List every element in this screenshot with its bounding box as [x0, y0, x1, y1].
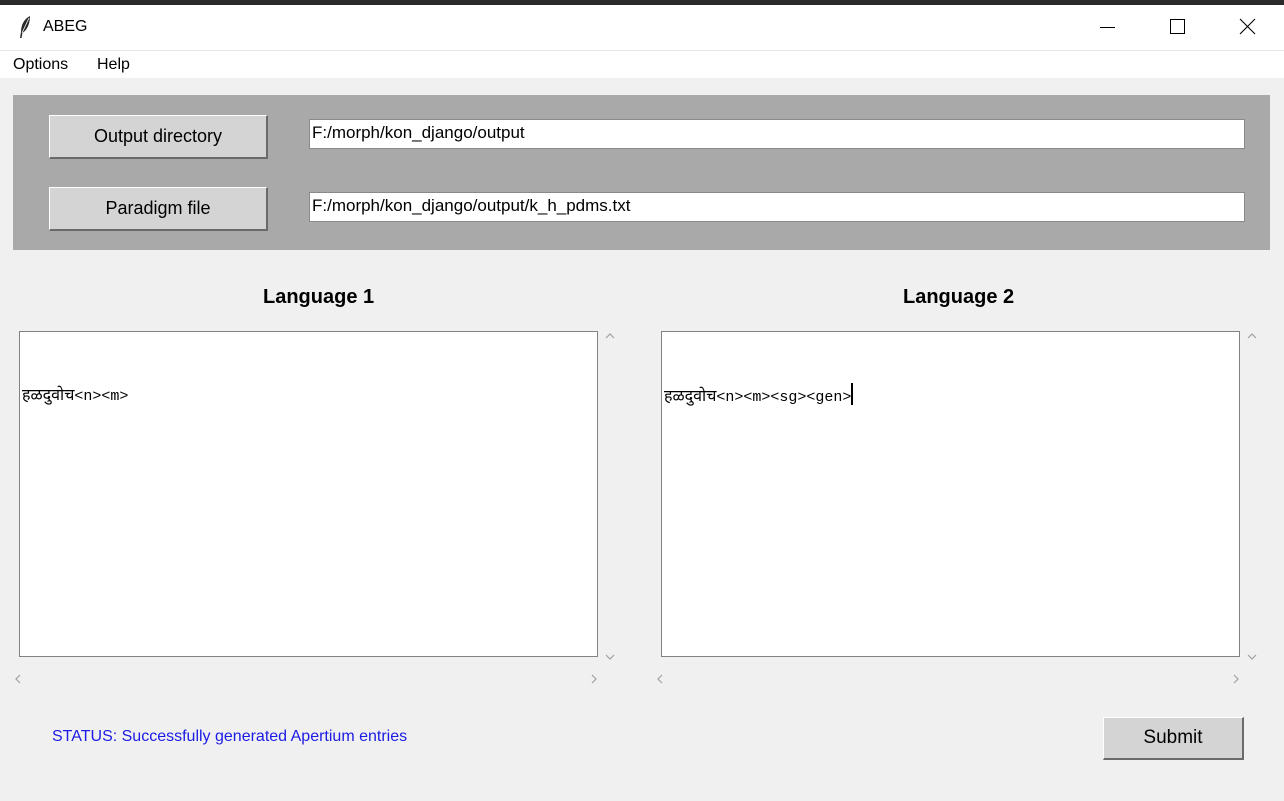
scroll-right-icon[interactable]: [1232, 674, 1240, 684]
language-2-tags: <n><m><sg><gen>: [716, 389, 852, 406]
minimize-icon: [1100, 27, 1115, 28]
menu-options[interactable]: Options: [13, 56, 68, 74]
scroll-left-icon[interactable]: [14, 674, 22, 684]
close-button[interactable]: [1213, 5, 1283, 50]
submit-button[interactable]: Submit: [1103, 717, 1244, 760]
menu-bar: Options Help: [0, 51, 1284, 78]
title-bar[interactable]: ABEG: [0, 5, 1284, 51]
maximize-icon: [1170, 19, 1185, 34]
paradigm-file-button[interactable]: Paradigm file: [49, 187, 268, 231]
language-1-textarea[interactable]: हळदुवोच<n><m>: [19, 331, 598, 657]
close-icon: [1239, 18, 1256, 35]
language-1-horizontal-scrollbar[interactable]: [10, 671, 602, 687]
scroll-left-icon[interactable]: [656, 674, 664, 684]
feather-icon: [20, 16, 30, 38]
language-1-vertical-scrollbar[interactable]: [602, 326, 618, 662]
language-1-label: Language 1: [263, 286, 375, 308]
scroll-up-icon[interactable]: [605, 332, 615, 340]
menu-help[interactable]: Help: [97, 56, 130, 74]
scroll-right-icon[interactable]: [590, 674, 598, 684]
language-1-word: हळदुवोच: [22, 387, 75, 404]
output-directory-field[interactable]: F:/morph/kon_django/output: [309, 119, 1245, 149]
window-title: ABEG: [43, 18, 88, 35]
maximize-button[interactable]: [1143, 5, 1213, 50]
language-2-horizontal-scrollbar[interactable]: [652, 671, 1244, 687]
language-2-vertical-scrollbar[interactable]: [1244, 326, 1260, 662]
status-message: STATUS: Successfully generated Apertium …: [52, 728, 408, 745]
scroll-up-icon[interactable]: [1247, 332, 1257, 340]
language-2-word: हळदुवोच: [664, 388, 717, 405]
paradigm-file-field[interactable]: F:/morph/kon_django/output/k_h_pdms.txt: [309, 192, 1245, 222]
text-cursor: [851, 383, 854, 405]
language-1-tags: <n><m>: [74, 388, 129, 405]
scroll-down-icon[interactable]: [1247, 653, 1257, 661]
scroll-down-icon[interactable]: [605, 653, 615, 661]
minimize-button[interactable]: [1073, 5, 1143, 50]
output-directory-button[interactable]: Output directory: [49, 115, 268, 159]
language-2-label: Language 2: [903, 286, 1015, 308]
language-2-textarea[interactable]: हळदुवोच<n><m><sg><gen>: [661, 331, 1240, 657]
